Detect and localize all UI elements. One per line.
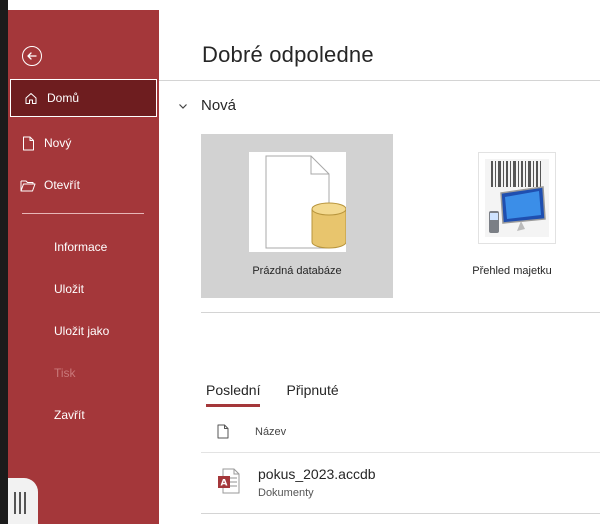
nav-new-label: Nový bbox=[44, 136, 72, 150]
arrow-left-icon bbox=[27, 52, 37, 60]
nav-home-label: Domů bbox=[47, 91, 80, 105]
nav-print: Tisk bbox=[8, 354, 159, 392]
access-file-icon: A bbox=[218, 468, 240, 494]
list-header: Název bbox=[217, 424, 286, 440]
backstage-sidebar: Domů Nový Otevřít Informace Uložit Uloži… bbox=[8, 10, 159, 524]
blank-database-icon bbox=[249, 152, 347, 252]
file-type-icon bbox=[217, 424, 231, 440]
nav-info-label: Informace bbox=[54, 240, 108, 254]
template-asset-tracking[interactable]: Přehled majetku bbox=[422, 134, 600, 298]
nav-close-label: Zavřít bbox=[54, 408, 85, 422]
nav-save-as-label: Uložit jako bbox=[54, 324, 110, 338]
new-section-label: Nová bbox=[201, 97, 237, 114]
page-title: Dobré odpoledne bbox=[202, 42, 374, 67]
chevron-down-icon bbox=[177, 100, 189, 112]
nav-save[interactable]: Uložit bbox=[8, 270, 159, 308]
svg-text:A: A bbox=[221, 479, 228, 489]
file-location: Dokumenty bbox=[258, 487, 314, 499]
nav-print-label: Tisk bbox=[54, 366, 76, 380]
template-asset-tracking-label: Přehled majetku bbox=[472, 265, 552, 277]
list-header-name[interactable]: Název bbox=[255, 426, 286, 438]
nav-save-as[interactable]: Uložit jako bbox=[8, 312, 159, 350]
header-divider bbox=[159, 80, 600, 81]
home-icon bbox=[23, 90, 39, 106]
template-blank-database[interactable]: Prázdná databáze bbox=[201, 134, 393, 298]
grip-lines-icon bbox=[14, 492, 26, 514]
section-divider bbox=[201, 312, 600, 313]
folder-open-icon bbox=[20, 177, 36, 193]
nav-save-label: Uložit bbox=[54, 282, 85, 296]
new-section-toggle[interactable]: Nová bbox=[177, 97, 236, 114]
nav-info[interactable]: Informace bbox=[8, 228, 159, 266]
template-blank-database-label: Prázdná databáze bbox=[252, 265, 342, 277]
new-file-icon bbox=[20, 135, 36, 151]
header-background bbox=[159, 0, 600, 80]
window-edge bbox=[0, 0, 8, 524]
taskbar-grip[interactable] bbox=[8, 478, 38, 524]
nav-open[interactable]: Otevřít bbox=[8, 166, 159, 204]
sidebar-divider bbox=[22, 213, 144, 214]
nav-new[interactable]: Nový bbox=[8, 124, 159, 162]
nav-open-label: Otevřít bbox=[44, 178, 81, 192]
tab-recent[interactable]: Poslední bbox=[206, 382, 261, 407]
list-bottom-divider bbox=[201, 513, 600, 514]
asset-tracking-thumbnail bbox=[478, 152, 556, 244]
tab-pinned[interactable]: Připnuté bbox=[286, 382, 338, 407]
list-divider bbox=[201, 452, 600, 453]
back-button[interactable] bbox=[22, 46, 42, 66]
file-list-tabs: Poslední Připnuté bbox=[206, 382, 365, 407]
list-item[interactable]: A pokus_2023.accdb Dokumenty bbox=[201, 460, 600, 512]
nav-close[interactable]: Zavřít bbox=[8, 396, 159, 434]
nav-home[interactable]: Domů bbox=[10, 79, 157, 117]
file-name: pokus_2023.accdb bbox=[258, 466, 376, 482]
